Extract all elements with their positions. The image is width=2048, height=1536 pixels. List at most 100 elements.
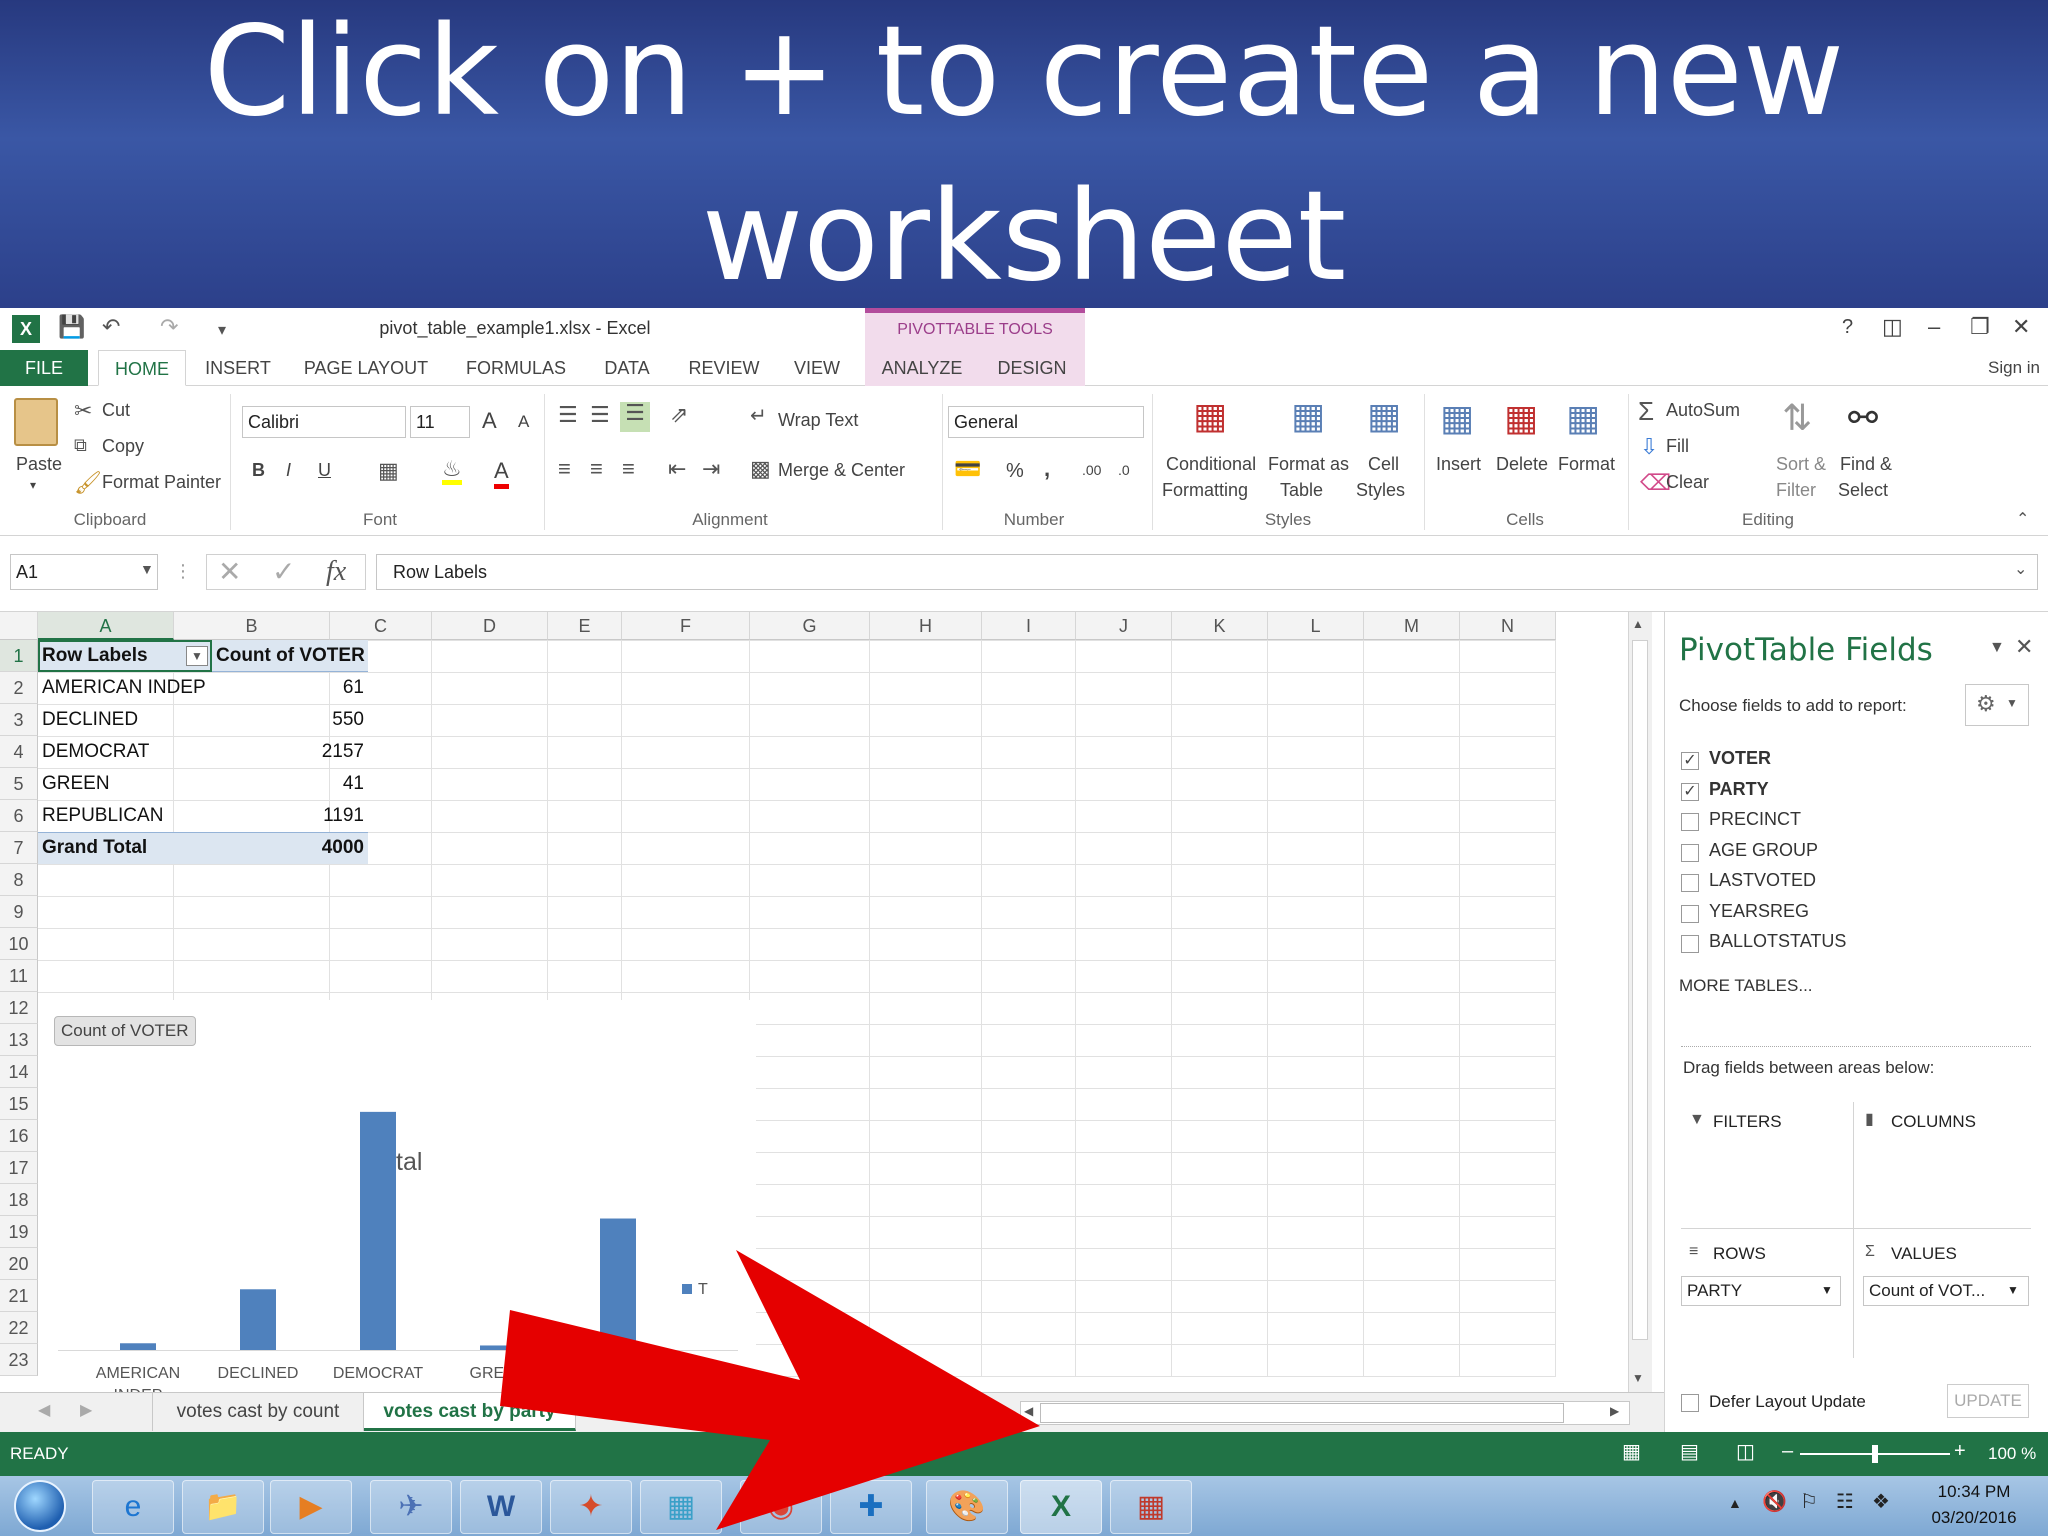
values-field-count[interactable]: Count of VOT... <box>1863 1276 2029 1306</box>
percent-button[interactable]: % <box>1006 460 1024 483</box>
decrease-decimal-button[interactable]: .0 <box>1118 462 1130 478</box>
action-center-icon[interactable]: ⚐ <box>1800 1492 1818 1512</box>
select-all-corner[interactable] <box>0 612 38 640</box>
tab-insert[interactable]: INSERT <box>196 350 280 386</box>
accounting-format-icon[interactable]: 💳 <box>954 458 981 480</box>
scroll-up-icon[interactable]: ▲ <box>1632 618 1644 630</box>
align-left-icon[interactable]: ≡ <box>558 458 571 480</box>
start-button[interactable] <box>14 1480 66 1532</box>
format-button[interactable]: Format <box>1558 454 1615 475</box>
column-header[interactable]: I <box>982 612 1076 640</box>
ribbon-display-icon[interactable]: ◫ <box>1882 314 1903 340</box>
pane-settings-button[interactable]: ⚙ ▼ <box>1965 684 2029 726</box>
row-header[interactable]: 3 <box>0 704 38 736</box>
pivot-row-label[interactable]: DEMOCRAT <box>38 736 212 768</box>
close-icon[interactable]: ✕ <box>2012 314 2030 340</box>
align-top-icon[interactable]: ☰ <box>558 404 578 426</box>
align-center-icon[interactable]: ≡ <box>590 458 603 480</box>
row-header[interactable]: 12 <box>0 992 38 1024</box>
rows-field-dropdown-icon[interactable]: ▼ <box>1821 1284 1833 1296</box>
cut-button[interactable]: Cut <box>102 400 130 421</box>
font-name-select[interactable]: Calibri <box>242 406 406 438</box>
cell-styles-button-line2[interactable]: Styles <box>1356 480 1405 501</box>
fill-color-icon[interactable]: ♨ <box>442 458 462 485</box>
bold-button[interactable]: B <box>252 460 265 481</box>
paste-dropdown-icon[interactable]: ▾ <box>30 478 36 492</box>
decrease-indent-icon[interactable]: ⇤ <box>668 458 686 480</box>
normal-view-icon[interactable]: ▦ <box>1622 1442 1641 1462</box>
sheet-tab-votes-by-count[interactable]: votes cast by count <box>152 1393 364 1431</box>
italic-button[interactable]: I <box>286 460 291 481</box>
column-header[interactable]: M <box>1364 612 1460 640</box>
row-header[interactable]: 21 <box>0 1280 38 1312</box>
row-header[interactable]: 15 <box>0 1088 38 1120</box>
pivot-header-count[interactable]: Count of VOTER <box>212 640 368 672</box>
column-header[interactable]: G <box>750 612 870 640</box>
minimize-icon[interactable]: – <box>1928 314 1940 340</box>
row-header[interactable]: 10 <box>0 928 38 960</box>
pivot-row-label[interactable]: GREEN <box>38 768 212 800</box>
tab-page-layout[interactable]: PAGE LAYOUT <box>296 350 436 386</box>
field-checkbox[interactable] <box>1681 874 1699 892</box>
field-label[interactable]: BALLOTSTATUS <box>1709 931 1846 952</box>
row-header[interactable]: 13 <box>0 1024 38 1056</box>
pivot-row-value[interactable]: 61 <box>212 672 368 704</box>
align-bottom-icon[interactable]: ☰ <box>620 402 650 432</box>
file-explorer-icon[interactable]: 📁 <box>182 1480 264 1534</box>
font-size-select[interactable]: 11 <box>410 406 470 438</box>
field-label[interactable]: LASTVOTED <box>1709 870 1816 891</box>
app-icon[interactable]: ✈ <box>370 1480 452 1534</box>
field-label[interactable]: VOTER <box>1709 748 1771 769</box>
row-header[interactable]: 23 <box>0 1344 38 1376</box>
conditional-formatting-button[interactable]: Conditional <box>1166 454 1256 475</box>
row-header[interactable]: 17 <box>0 1152 38 1184</box>
copy-button[interactable]: Copy <box>102 436 144 457</box>
pivot-row-value[interactable]: 550 <box>212 704 368 736</box>
row-header[interactable]: 9 <box>0 896 38 928</box>
underline-button[interactable]: U <box>318 460 331 481</box>
increase-indent-icon[interactable]: ⇥ <box>702 458 720 480</box>
row-header[interactable]: 1 <box>0 640 38 672</box>
align-middle-icon[interactable]: ☰ <box>590 404 610 426</box>
page-layout-view-icon[interactable]: ▤ <box>1680 1442 1699 1462</box>
row-header[interactable]: 11 <box>0 960 38 992</box>
row-header[interactable]: 8 <box>0 864 38 896</box>
column-header[interactable]: J <box>1076 612 1172 640</box>
more-tables-link[interactable]: MORE TABLES... <box>1679 976 1813 996</box>
pivot-row-label[interactable]: DECLINED <box>38 704 212 736</box>
row-header[interactable]: 14 <box>0 1056 38 1088</box>
insert-function-button[interactable]: fx <box>326 556 346 588</box>
field-checkbox[interactable] <box>1681 935 1699 953</box>
paste-button[interactable]: Paste <box>16 454 62 475</box>
scroll-tabs-left-icon[interactable]: ◀ <box>38 1403 50 1419</box>
cancel-entry-icon[interactable]: ✕ <box>218 558 241 586</box>
align-right-icon[interactable]: ≡ <box>622 458 635 480</box>
column-header[interactable]: K <box>1172 612 1268 640</box>
number-format-select[interactable]: General <box>948 406 1144 438</box>
row-header[interactable]: 19 <box>0 1216 38 1248</box>
media-player-icon[interactable]: ▶ <box>270 1480 352 1534</box>
tab-view[interactable]: VIEW <box>786 350 848 386</box>
find-select-button[interactable]: Find & <box>1840 454 1892 475</box>
find-select-button-line2[interactable]: Select <box>1838 480 1888 501</box>
column-header[interactable]: A <box>38 612 174 640</box>
volume-icon[interactable]: 🔇 <box>1762 1492 1787 1512</box>
row-header[interactable]: 5 <box>0 768 38 800</box>
fill-button[interactable]: Fill <box>1666 436 1689 457</box>
tab-design[interactable]: DESIGN <box>979 350 1085 386</box>
columns-area-label[interactable]: COLUMNS <box>1891 1112 1976 1132</box>
column-header[interactable]: L <box>1268 612 1364 640</box>
field-checkbox[interactable]: ✓ <box>1681 782 1699 801</box>
column-header[interactable]: F <box>622 612 750 640</box>
values-area-label[interactable]: VALUES <box>1891 1244 1957 1264</box>
field-label[interactable]: YEARSREG <box>1709 901 1809 922</box>
cell-styles-button[interactable]: Cell <box>1368 454 1399 475</box>
orientation-icon[interactable]: ⇗ <box>670 404 688 426</box>
restore-icon[interactable]: ❐ <box>1970 314 1990 340</box>
rows-field-party[interactable]: PARTY <box>1681 1276 1841 1306</box>
network-icon[interactable]: ☷ <box>1836 1492 1854 1512</box>
delete-button[interactable]: Delete <box>1496 454 1548 475</box>
pivot-row-value[interactable]: 41 <box>212 768 368 800</box>
format-as-table-button-line2[interactable]: Table <box>1280 480 1323 501</box>
sort-filter-button-line2[interactable]: Filter <box>1776 480 1816 501</box>
